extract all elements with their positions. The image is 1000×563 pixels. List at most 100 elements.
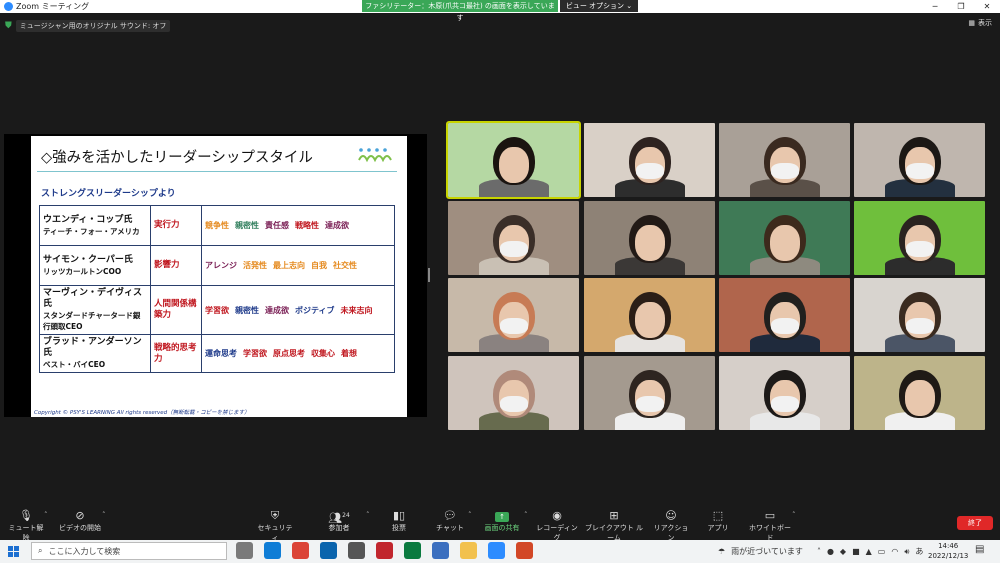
face-mask xyxy=(905,318,934,334)
taskbar-app-icon[interactable] xyxy=(320,542,337,559)
strength-tag: 達成欲 xyxy=(325,221,349,230)
strength-tags: 学習欲 親密性 達成欲 ポジティブ 未来志向 xyxy=(201,285,395,335)
face-mask xyxy=(499,396,528,412)
participant-video-tile[interactable] xyxy=(584,278,715,352)
end-meeting-button[interactable]: 終了 xyxy=(957,516,993,530)
strength-tag: 最上志向 xyxy=(273,261,305,270)
leader-name: ブラッド・アンダーソン氏 ベスト・バイCEO xyxy=(39,334,151,373)
participants-label: 参加者 xyxy=(328,524,350,532)
taskbar-app-icon[interactable] xyxy=(432,542,449,559)
participant-video-tile[interactable] xyxy=(584,201,715,275)
taskbar-app-icon[interactable] xyxy=(264,542,281,559)
windows-taskbar: ⌕ ここに入力して検索 ☂ 雨が近づいています ˄ ● ◆ ■ ▲ ▭ ◠ 🔊︎… xyxy=(0,540,1000,563)
face-mask xyxy=(635,163,664,179)
tray-app-icon[interactable]: ■ xyxy=(852,547,860,556)
tray-app-icon[interactable]: ● xyxy=(827,547,834,556)
record-icon: ◉ xyxy=(552,509,562,522)
leader-name-text: サイモン・クーパー氏 xyxy=(43,254,133,265)
taskbar-app-icon[interactable] xyxy=(236,542,253,559)
face-mask xyxy=(770,163,799,179)
participant-video-tile[interactable] xyxy=(854,201,985,275)
taskbar-app-icon[interactable] xyxy=(348,542,365,559)
participant-video-tile[interactable] xyxy=(719,201,850,275)
participant-video-tile[interactable] xyxy=(448,278,579,352)
face-mask xyxy=(905,163,934,179)
taskbar-app-icon[interactable] xyxy=(404,542,421,559)
strength-tag: 戦略性 xyxy=(295,221,319,230)
participant-video-tile[interactable] xyxy=(446,121,581,199)
weather-text[interactable]: 雨が近づいています xyxy=(731,546,803,557)
chevron-up-icon[interactable]: ˄ xyxy=(366,511,370,519)
close-icon[interactable]: ✕ xyxy=(974,0,1000,13)
participant-video-tile[interactable] xyxy=(584,123,715,197)
participant-video-tile[interactable] xyxy=(448,356,579,430)
show-button[interactable]: ▦ 表示 xyxy=(968,18,992,28)
chevron-up-icon[interactable]: ˄ xyxy=(524,511,528,519)
taskbar-search-box[interactable]: ⌕ ここに入力して検索 xyxy=(31,542,227,560)
shared-screen: ◇強みを活かしたリーダーシップスタイル ストレングスリーダーシップより ウエンデ… xyxy=(4,134,427,417)
taskbar-clock[interactable]: 14:46 2022/12/13 xyxy=(928,541,968,561)
taskbar-app-icon[interactable] xyxy=(516,542,533,559)
minimize-icon[interactable]: ─ xyxy=(922,0,948,13)
leader-name-text: ブラッド・アンダーソン氏 xyxy=(43,337,142,358)
share-screen-button[interactable]: ↑ 画面の共有 ˄ xyxy=(482,507,528,540)
chat-button[interactable]: 💬︎ チャット ˄ xyxy=(436,507,471,540)
volume-icon[interactable]: 🔊︎ xyxy=(904,547,909,557)
taskbar-app-icon[interactable] xyxy=(376,542,393,559)
meeting-toolbar: 🎙︎ ミュート解除 ˄ ⊘ ビデオの開始 ˄ ⛨ セキュリティ 👥︎24 参加者… xyxy=(0,507,1000,542)
security-button[interactable]: ⛨ セキュリティ xyxy=(255,507,295,542)
whiteboard-button[interactable]: ▭ ホワイトボード ˄ xyxy=(748,507,796,542)
system-tray: ☂ 雨が近づいています ˄ ● ◆ ■ ▲ ▭ ◠ 🔊︎ あ xyxy=(718,540,923,563)
chevron-up-icon[interactable]: ˄ xyxy=(468,511,472,519)
slide-logo-icon xyxy=(358,148,392,163)
taskbar-app-icon[interactable] xyxy=(488,542,505,559)
participant-face xyxy=(634,225,665,261)
mute-button[interactable]: 🎙︎ ミュート解除 ˄ xyxy=(6,507,48,542)
participant-video-tile[interactable] xyxy=(854,123,985,197)
original-sound-indicator: ⛊ ミュージシャン用のオリジナル サウンド: オフ xyxy=(5,19,171,32)
participant-video-tile[interactable] xyxy=(719,123,850,197)
wifi-icon[interactable]: ◠ xyxy=(891,547,898,556)
breakout-rooms-button[interactable]: ⊞ ブレイクアウト ルーム xyxy=(584,507,644,542)
notification-icon[interactable]: ▤ xyxy=(975,544,984,555)
windows-start-icon[interactable] xyxy=(8,546,19,557)
participants-button[interactable]: 👥︎24 参加者 ˄ xyxy=(322,507,369,540)
show-button-label: 表示 xyxy=(978,19,992,27)
strength-tag: 活発性 xyxy=(243,261,267,270)
participant-video-tile[interactable] xyxy=(719,356,850,430)
maximize-icon[interactable]: ❐ xyxy=(948,0,974,13)
ime-indicator[interactable]: あ xyxy=(915,546,923,557)
participant-video-tile[interactable] xyxy=(854,278,985,352)
tray-chevron-icon[interactable]: ˄ xyxy=(817,547,821,556)
participant-video-tile[interactable] xyxy=(719,278,850,352)
strength-tag: 運命思考 xyxy=(205,349,237,358)
taskbar-apps xyxy=(236,542,533,559)
participant-video-tile[interactable] xyxy=(448,201,579,275)
reactions-button[interactable]: ☺ リアクション xyxy=(652,507,690,542)
leader-name-text: ウエンディ・コップ氏 xyxy=(43,214,133,225)
apps-button[interactable]: ⬚ アプリ xyxy=(706,507,730,540)
share-arrow-icon: ↑ xyxy=(482,507,522,523)
breakout-grid-icon: ⊞ xyxy=(609,509,619,522)
tray-app-icon[interactable]: ◆ xyxy=(840,547,846,556)
face-mask xyxy=(499,318,528,334)
network-icon[interactable]: ▭ xyxy=(878,547,886,556)
leader-row: ブラッド・アンダーソン氏 ベスト・バイCEO 戦略的思考力 運命思考 学習欲 原点思考 収集… xyxy=(39,334,395,373)
participant-video-tile[interactable] xyxy=(854,356,985,430)
view-options-button[interactable]: ビュー オプション ⌄ xyxy=(560,0,638,12)
taskbar-app-icon[interactable] xyxy=(460,542,477,559)
chevron-up-icon[interactable]: ˄ xyxy=(102,511,106,519)
strength-tag: 達成欲 xyxy=(265,305,289,315)
polls-button[interactable]: ▮▯ 投票 xyxy=(386,507,412,540)
original-sound-label[interactable]: ミュージシャン用のオリジナル サウンド: オフ xyxy=(15,19,171,32)
record-button[interactable]: ◉ レコーディング xyxy=(536,507,578,542)
chevron-up-icon[interactable]: ˄ xyxy=(44,511,48,519)
taskbar-app-icon[interactable] xyxy=(292,542,309,559)
participant-video-tile[interactable] xyxy=(584,356,715,430)
tray-app-icon[interactable]: ▲ xyxy=(866,547,872,556)
participants-count: 24 xyxy=(342,512,350,519)
split-handle[interactable] xyxy=(428,268,430,282)
chevron-up-icon[interactable]: ˄ xyxy=(792,511,796,519)
start-video-button[interactable]: ⊘ ビデオの開始 ˄ xyxy=(58,507,106,540)
strength-tag: 競争性 xyxy=(205,221,229,230)
